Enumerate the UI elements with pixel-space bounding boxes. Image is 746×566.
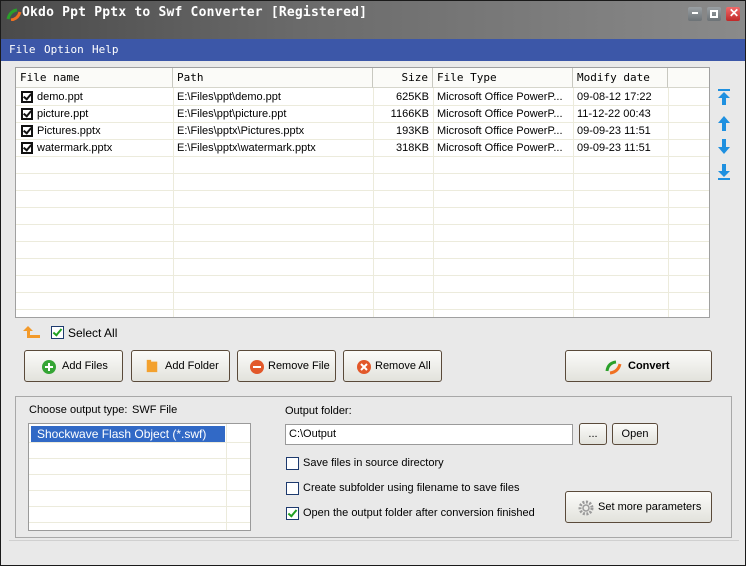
row-divider: [29, 506, 250, 507]
row-divider: [29, 522, 250, 523]
create-subfolder-checkbox[interactable]: [286, 482, 299, 495]
file-type: Microsoft Office PowerP...: [437, 91, 563, 103]
save-in-source-checkbox[interactable]: [286, 457, 299, 470]
divider: [9, 540, 739, 542]
row-checkbox[interactable]: [21, 125, 33, 137]
remove-icon: [250, 360, 264, 374]
convert-icon: [605, 360, 622, 375]
column-header-modify-date[interactable]: Modify date: [573, 68, 668, 88]
create-subfolder-label[interactable]: Create subfolder using filename to save …: [303, 482, 519, 494]
minimize-button[interactable]: [688, 7, 702, 21]
file-size: 193KB: [395, 125, 429, 137]
row-checkbox[interactable]: [21, 142, 33, 154]
move-top-icon[interactable]: [717, 88, 731, 106]
column-header-size[interactable]: Size: [373, 68, 433, 88]
file-size: 318KB: [395, 142, 429, 154]
column-header-path[interactable]: Path: [173, 68, 373, 88]
move-down-icon[interactable]: [717, 138, 731, 156]
add-files-button[interactable]: Add Files: [24, 350, 123, 382]
output-type-label: Choose output type:: [29, 404, 128, 416]
maximize-button[interactable]: [707, 7, 721, 21]
output-type-value: SWF File: [132, 404, 178, 416]
row-divider: [16, 258, 709, 259]
row-divider: [16, 275, 709, 276]
file-name: Pictures.pptx: [37, 125, 101, 137]
column-header-file-type[interactable]: File Type: [433, 68, 573, 88]
file-name: picture.ppt: [37, 108, 89, 120]
file-list[interactable]: File name Path Size File Type Modify dat…: [15, 67, 710, 318]
title-bar: Okdo Ppt Pptx to Swf Converter [Register…: [1, 1, 745, 39]
file-path: E:\Files\pptx\watermark.pptx: [177, 142, 316, 154]
row-checkbox[interactable]: [21, 91, 33, 103]
file-date: 09-09-23 11:51: [577, 142, 651, 154]
file-name: demo.ppt: [37, 91, 83, 103]
output-type-list[interactable]: Shockwave Flash Object (*.swf): [28, 423, 251, 531]
convert-button[interactable]: Convert: [565, 350, 712, 382]
menu-option[interactable]: Option: [44, 43, 84, 56]
maximize-icon: [710, 10, 718, 18]
row-divider: [29, 442, 250, 443]
file-type: Microsoft Office PowerP...: [437, 125, 563, 137]
remove-file-button[interactable]: Remove File: [237, 350, 336, 382]
row-divider: [16, 241, 709, 242]
menu-file[interactable]: File: [9, 43, 36, 56]
file-path: E:\Files\pptx\Pictures.pptx: [177, 125, 305, 137]
row-divider: [16, 173, 709, 174]
parent-folder-up-icon[interactable]: [23, 325, 41, 339]
file-date: 09-08-12 17:22: [577, 91, 652, 103]
row-divider: [29, 474, 250, 475]
row-divider: [16, 207, 709, 208]
set-more-parameters-button[interactable]: Set more parameters: [565, 491, 712, 523]
row-divider: [16, 224, 709, 225]
menu-bar: File Option Help: [1, 39, 745, 61]
select-all-label[interactable]: Select All: [68, 326, 117, 340]
file-type: Microsoft Office PowerP...: [437, 108, 563, 120]
row-divider: [29, 490, 250, 491]
row-divider: [16, 309, 709, 310]
file-path: E:\Files\ppt\picture.ppt: [177, 108, 287, 120]
column-header-file-name[interactable]: File name: [16, 68, 173, 88]
menu-help[interactable]: Help: [92, 43, 119, 56]
move-up-icon[interactable]: [717, 114, 731, 132]
row-divider: [29, 458, 250, 459]
save-in-source-label[interactable]: Save files in source directory: [303, 457, 444, 469]
file-type: Microsoft Office PowerP...: [437, 142, 563, 154]
output-type-option-selected[interactable]: Shockwave Flash Object (*.swf): [31, 426, 225, 442]
open-output-folder-checkbox[interactable]: [286, 507, 299, 520]
column-divider: [226, 424, 227, 530]
row-checkbox[interactable]: [21, 108, 33, 120]
close-button[interactable]: ✕: [726, 6, 740, 21]
app-logo-icon: [6, 8, 22, 21]
output-folder-input[interactable]: C:\Output: [285, 424, 573, 445]
row-divider: [16, 190, 709, 191]
file-name: watermark.pptx: [37, 142, 113, 154]
browse-button[interactable]: ...: [579, 423, 607, 445]
file-size: 625KB: [395, 91, 429, 103]
output-folder-label: Output folder:: [285, 405, 352, 417]
open-folder-button[interactable]: Open: [612, 423, 658, 445]
folder-icon: [146, 359, 158, 373]
remove-all-icon: [357, 360, 371, 374]
row-divider: [16, 292, 709, 293]
minimize-icon: [692, 12, 698, 14]
column-header-filler: [668, 68, 709, 88]
gear-icon: [578, 500, 594, 516]
move-bottom-icon[interactable]: [717, 163, 731, 181]
file-date: 09-09-23 11:51: [577, 125, 651, 137]
select-all-checkbox[interactable]: [51, 326, 64, 339]
file-path: E:\Files\ppt\demo.ppt: [177, 91, 281, 103]
open-output-folder-label[interactable]: Open the output folder after conversion …: [303, 507, 535, 519]
file-size: 1166KB: [390, 108, 429, 120]
window-title: Okdo Ppt Pptx to Swf Converter [Register…: [22, 5, 368, 20]
add-icon: [42, 360, 56, 374]
close-icon: ✕: [729, 6, 740, 20]
app-window: Okdo Ppt Pptx to Swf Converter [Register…: [0, 0, 746, 566]
file-date: 11-12-22 00:43: [577, 108, 651, 120]
remove-all-button[interactable]: Remove All: [343, 350, 442, 382]
add-folder-button[interactable]: Add Folder: [131, 350, 230, 382]
